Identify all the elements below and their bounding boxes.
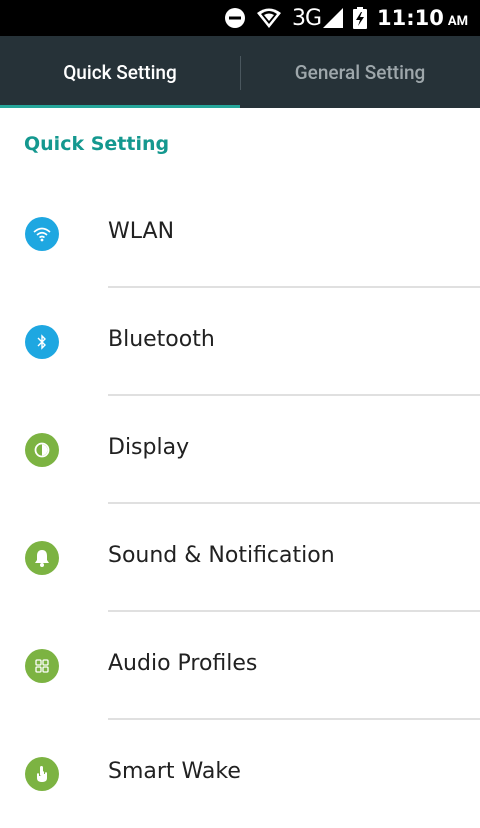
- wifi-icon: [256, 7, 282, 29]
- status-bar: 3G 11:10 AM: [0, 0, 480, 36]
- grid-icon: [25, 649, 59, 683]
- list-item-bluetooth[interactable]: Bluetooth: [0, 288, 480, 396]
- settings-list: WLAN Bluetooth Display Sound & Notificat…: [0, 180, 480, 828]
- status-time: 11:10: [377, 6, 444, 30]
- list-item-label: Bluetooth: [108, 327, 215, 352]
- list-item-label: Display: [108, 435, 190, 460]
- bell-icon: [25, 541, 59, 575]
- list-item-label: Audio Profiles: [108, 651, 258, 676]
- tab-divider: [240, 56, 241, 90]
- tab-quick-setting[interactable]: Quick Setting: [0, 36, 240, 108]
- list-item-label: WLAN: [108, 219, 175, 244]
- tab-general-setting[interactable]: General Setting: [240, 36, 480, 108]
- list-item-label: Sound & Notification: [108, 543, 335, 568]
- list-item-label: Smart Wake: [108, 759, 241, 784]
- tab-bar: Quick Setting General Setting: [0, 36, 480, 108]
- wifi-icon: [25, 217, 59, 251]
- list-item-wlan[interactable]: WLAN: [0, 180, 480, 288]
- list-item-display[interactable]: Display: [0, 396, 480, 504]
- status-ampm: AM: [447, 13, 468, 29]
- list-item-audio-profiles[interactable]: Audio Profiles: [0, 612, 480, 720]
- bluetooth-icon: [25, 325, 59, 359]
- do-not-disturb-icon: [224, 7, 246, 29]
- list-item-sound-notification[interactable]: Sound & Notification: [0, 504, 480, 612]
- signal-icon: [323, 8, 344, 28]
- hand-icon: [25, 757, 59, 791]
- battery-charging-icon: [353, 7, 368, 29]
- display-icon: [25, 433, 59, 467]
- section-title: Quick Setting: [24, 133, 170, 155]
- list-item-smart-wake[interactable]: Smart Wake: [0, 720, 480, 828]
- network-type-label: 3G: [291, 5, 322, 31]
